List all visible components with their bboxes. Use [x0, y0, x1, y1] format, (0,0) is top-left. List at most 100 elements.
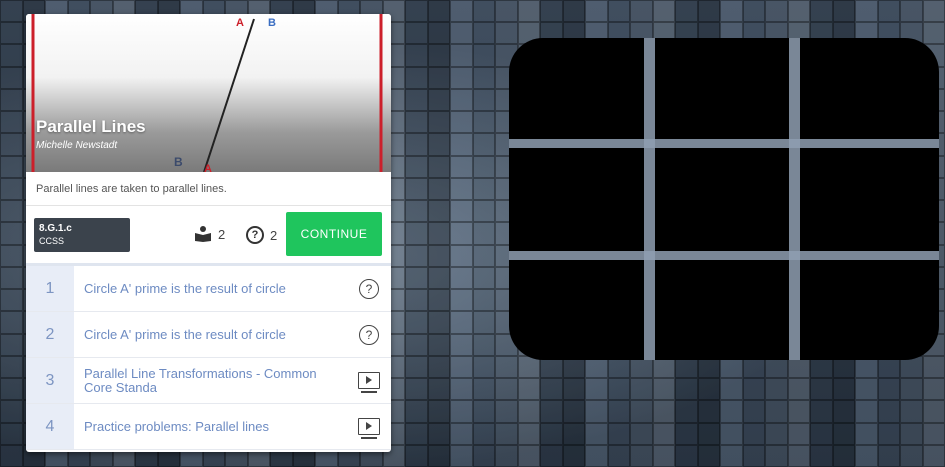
mosaic-tile: [585, 422, 608, 445]
mosaic-tile: [855, 400, 878, 423]
mosaic-tile: [405, 22, 428, 45]
mosaic-tile: [607, 444, 630, 467]
mosaic-tile: [427, 333, 450, 356]
mosaic-tile: [472, 444, 495, 467]
mosaic-tile: [517, 400, 540, 423]
mosaic-tile: [405, 266, 428, 290]
item-number: 2: [26, 312, 74, 357]
mosaic-tile: [810, 0, 833, 23]
mosaic-tile: [450, 244, 473, 267]
mosaic-tile: [450, 311, 473, 334]
mosaic-tile: [427, 355, 450, 379]
mosaic-tile: [810, 422, 833, 445]
video-thumbnail-grid[interactable]: [509, 38, 939, 360]
lesson-meta-bar: 8.G.1.c CCSS 2 ? 2 CONTINUE: [26, 206, 391, 266]
mosaic-tile: [450, 378, 473, 401]
mosaic-tile: [405, 444, 428, 467]
mosaic-tile: [855, 378, 878, 401]
mosaic-tile: [675, 422, 698, 445]
mosaic-tile: [405, 88, 428, 112]
mosaic-tile: [495, 355, 518, 379]
mosaic-tile: [607, 0, 630, 23]
list-item[interactable]: 3 Parallel Line Transformations - Common …: [26, 358, 391, 404]
mosaic-tile: [427, 222, 450, 245]
item-title[interactable]: Circle A' prime is the result of circle: [74, 312, 347, 357]
mosaic-tile: [607, 422, 630, 445]
mosaic-tile: [742, 0, 765, 23]
mosaic-tile: [427, 0, 450, 23]
mosaic-tile: [472, 400, 495, 423]
list-item[interactable]: 2 Circle A' prime is the result of circle…: [26, 312, 391, 358]
mosaic-tile: [405, 177, 428, 201]
mosaic-tile: [652, 0, 675, 23]
mosaic-tile: [472, 66, 495, 89]
mosaic-tile: [855, 422, 878, 445]
mosaic-tile: [877, 422, 900, 445]
list-item[interactable]: 4 Practice problems: Parallel lines: [26, 404, 391, 450]
mosaic-tile: [562, 400, 585, 423]
mosaic-tile: [472, 289, 495, 312]
mosaic-tile: [607, 378, 630, 401]
mosaic-tile: [405, 200, 428, 223]
mosaic-tile: [562, 422, 585, 445]
mosaic-tile: [832, 0, 855, 23]
mosaic-tile: [877, 400, 900, 423]
mosaic-tile: [810, 400, 833, 423]
mosaic-tile: [585, 444, 608, 467]
mosaic-tile: [427, 422, 450, 445]
video-count: 2: [194, 226, 225, 242]
mosaic-tile: [0, 444, 23, 467]
mosaic-tile: [0, 378, 23, 401]
mosaic-tile: [675, 378, 698, 401]
mosaic-tile: [877, 0, 900, 23]
mosaic-tile: [472, 133, 495, 156]
mosaic-tile: [472, 378, 495, 401]
list-item[interactable]: 1 Circle A' prime is the result of circle…: [26, 266, 391, 312]
mosaic-tile: [472, 155, 495, 178]
item-type: [347, 404, 391, 449]
mosaic-tile: [900, 400, 923, 423]
mosaic-tile: [922, 422, 945, 445]
mosaic-tile: [450, 0, 473, 23]
mosaic-tile: [562, 378, 585, 401]
mosaic-tile: [540, 378, 563, 401]
mosaic-tile: [405, 355, 428, 379]
item-title[interactable]: Circle A' prime is the result of circle: [74, 266, 347, 311]
mosaic-tile: [0, 289, 23, 312]
mosaic-tile: [405, 378, 428, 401]
mosaic-tile: [585, 378, 608, 401]
mosaic-tile: [472, 111, 495, 134]
mosaic-tile: [540, 0, 563, 23]
mosaic-tile: [472, 44, 495, 67]
mosaic-tile: [787, 422, 810, 445]
mosaic-tile: [427, 133, 450, 156]
continue-button[interactable]: CONTINUE: [286, 212, 382, 256]
mosaic-tile: [540, 422, 563, 445]
item-title[interactable]: Practice problems: Parallel lines: [74, 404, 347, 449]
mosaic-tile: [765, 444, 788, 467]
mosaic-tile: [630, 378, 653, 401]
mosaic-tile: [900, 0, 923, 23]
mosaic-tile: [787, 400, 810, 423]
label-b-top: B: [268, 17, 276, 29]
mosaic-tile: [405, 244, 428, 267]
mosaic-tile: [450, 266, 473, 290]
item-title[interactable]: Parallel Line Transformations - Common C…: [74, 358, 347, 403]
mosaic-tile: [0, 155, 23, 178]
mosaic-tile: [0, 22, 23, 45]
mosaic-tile: [855, 444, 878, 467]
mosaic-tile: [697, 444, 720, 467]
mosaic-tile: [0, 311, 23, 334]
standard-badge[interactable]: 8.G.1.c CCSS: [34, 218, 130, 252]
mosaic-tile: [427, 88, 450, 112]
lesson-thumbnail[interactable]: A B B A Parallel Lines Michelle Newstadt: [26, 14, 391, 172]
video-play-icon: [358, 372, 380, 393]
mosaic-tile: [495, 444, 518, 467]
question-count-value: 2: [270, 227, 278, 243]
mosaic-tile: [405, 289, 428, 312]
mosaic-tile: [427, 266, 450, 290]
mosaic-tile: [900, 444, 923, 467]
question-circle-icon: ?: [246, 226, 264, 244]
mosaic-tile: [697, 378, 720, 401]
mosaic-tile: [450, 22, 473, 45]
